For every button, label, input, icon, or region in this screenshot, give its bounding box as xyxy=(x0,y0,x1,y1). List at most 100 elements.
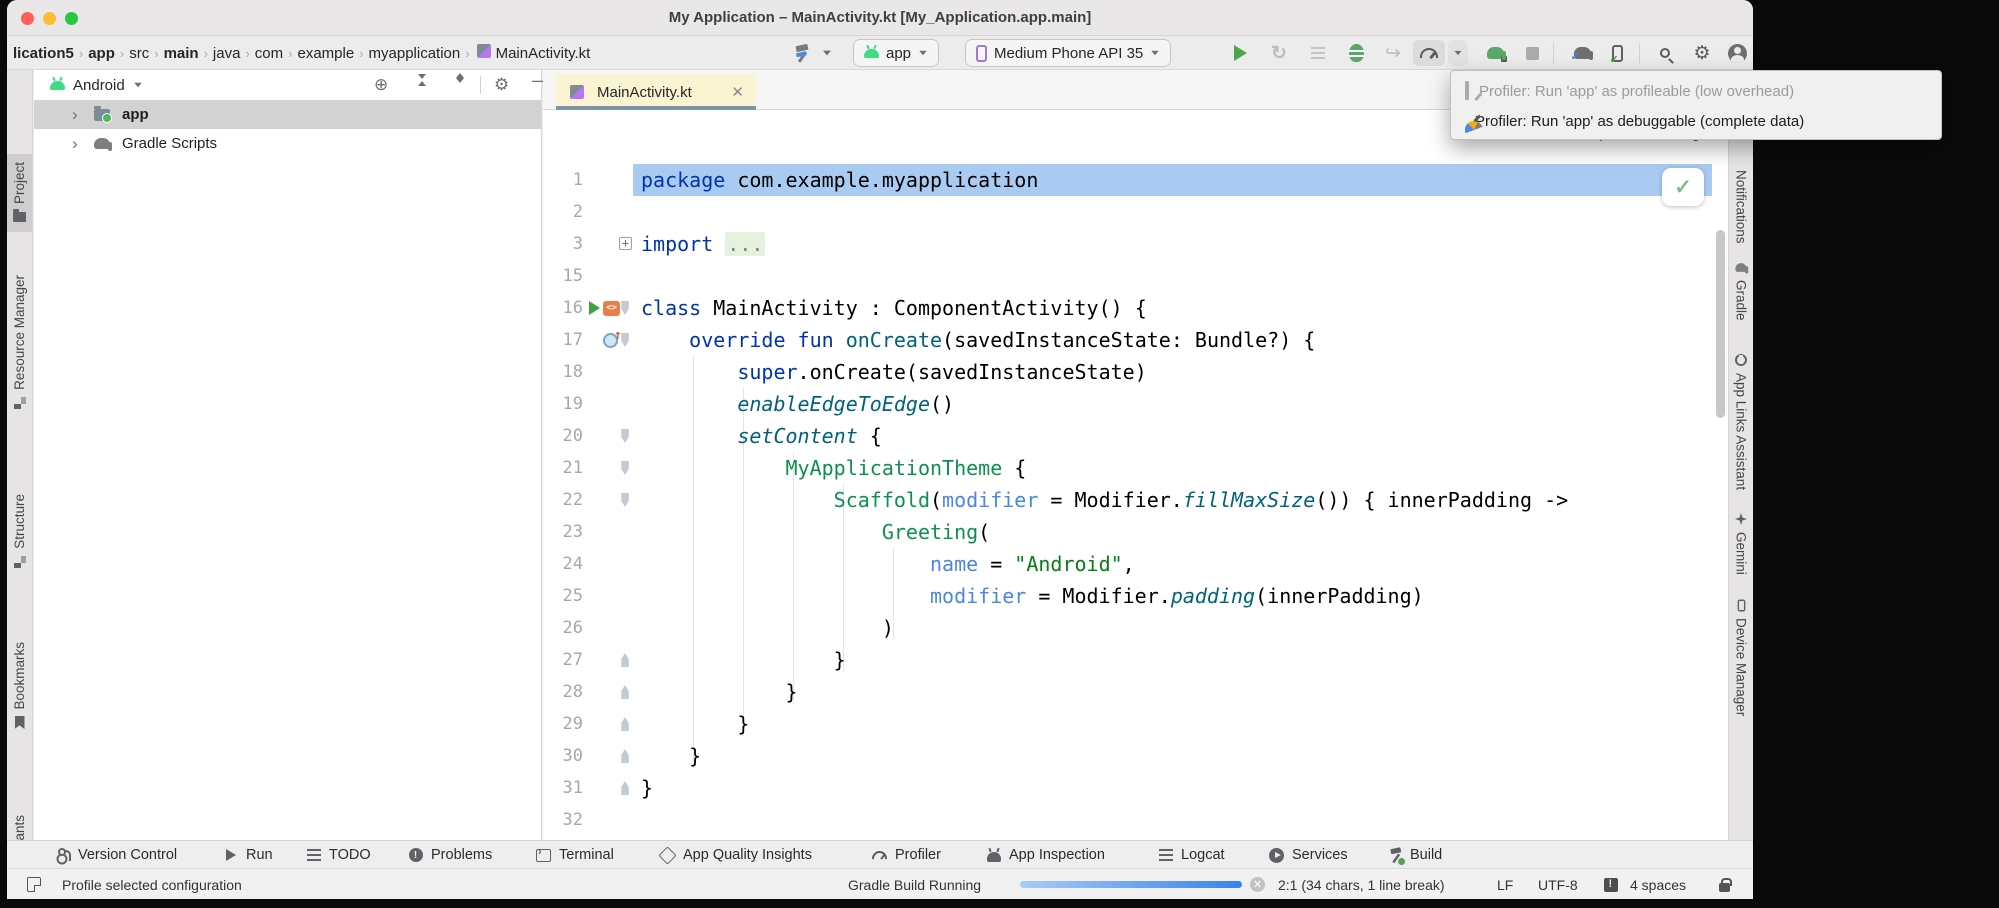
code-line-26[interactable]: 26 ) xyxy=(543,612,1728,644)
profiler-dropdown-button[interactable] xyxy=(1448,40,1468,66)
code-line-18[interactable]: 18 super.onCreate(savedInstanceState) xyxy=(543,356,1728,388)
close-tab-icon[interactable]: ✕ xyxy=(731,83,744,101)
tree-row-app[interactable]: ›app xyxy=(34,100,541,129)
breadcrumb-item-java[interactable]: java xyxy=(213,45,241,62)
breadcrumb-item-src[interactable]: src xyxy=(129,45,149,62)
code-line-19[interactable]: 19 enableEdgeToEdge() xyxy=(543,388,1728,420)
editor-scrollbar[interactable] xyxy=(1716,230,1725,418)
chevron-right-icon[interactable]: › xyxy=(72,137,86,151)
sidebar-item-notifications[interactable]: Notifications xyxy=(1729,170,1753,244)
stop-button[interactable] xyxy=(1522,36,1542,70)
profiler-button[interactable] xyxy=(1413,40,1445,66)
build-button[interactable] xyxy=(789,36,815,70)
overrides-method-icon[interactable] xyxy=(603,333,618,348)
fold-marker-plus[interactable]: + xyxy=(619,237,632,250)
popup-item-profileable[interactable]: Profiler: Run 'app' as profileable (low … xyxy=(1451,76,1941,106)
code-line-25[interactable]: 25 modifier = Modifier.padding(innerPadd… xyxy=(543,580,1728,612)
code-line-2[interactable]: 2 xyxy=(543,196,1728,228)
fold-marker-open[interactable] xyxy=(619,301,631,315)
breadcrumb-item-example[interactable]: example xyxy=(297,45,354,62)
project-view-selector[interactable]: Android xyxy=(50,77,143,94)
breadcrumb-item-main[interactable]: main xyxy=(164,45,199,62)
window-layout-button[interactable] xyxy=(27,869,41,899)
search-everywhere-button[interactable] xyxy=(1653,36,1677,70)
code-line-24[interactable]: 24 name = "Android", xyxy=(543,548,1728,580)
tool-window-button-app-inspection[interactable]: App Inspection xyxy=(986,841,1105,869)
apply-changes-button[interactable]: ↻ xyxy=(1267,36,1291,70)
settings-button[interactable]: ⚙ xyxy=(1689,36,1715,70)
tool-window-button-run[interactable]: Run xyxy=(223,841,273,869)
tool-window-button-logcat[interactable]: Logcat xyxy=(1158,841,1225,869)
fold-marker-close[interactable] xyxy=(619,653,631,667)
device-selector[interactable]: Medium Phone API 35 xyxy=(965,39,1171,67)
lock-widget[interactable] xyxy=(1719,869,1730,899)
sidebar-item-project[interactable]: Project xyxy=(7,154,32,232)
tree-row-gradle-scripts[interactable]: ›Gradle Scripts xyxy=(34,129,541,158)
code-line-28[interactable]: 28 } xyxy=(543,676,1728,708)
sidebar-item-device-manager[interactable]: Device Manager xyxy=(1729,598,1753,716)
debug-button[interactable] xyxy=(1345,36,1367,70)
fold-marker-close[interactable] xyxy=(619,749,631,763)
tool-window-button-profiler[interactable]: Profiler xyxy=(872,841,941,869)
fold-marker-close[interactable] xyxy=(619,781,631,795)
attach-debugger-button[interactable]: ↪ xyxy=(1381,36,1405,70)
run-class-icon[interactable] xyxy=(589,301,600,315)
cancel-build-button[interactable]: ✕ xyxy=(1250,869,1265,899)
tool-window-button-todo[interactable]: TODO xyxy=(306,841,371,869)
tab-mainactivity[interactable]: MainActivity.kt ✕ xyxy=(556,74,756,110)
run-configuration-selector[interactable]: app xyxy=(853,39,939,67)
apply-code-changes-button[interactable] xyxy=(1307,36,1329,70)
gradle-sync-status-button[interactable]: ✓ xyxy=(1569,36,1595,70)
code-line-1[interactable]: 1package com.example.myapplication xyxy=(543,164,1728,196)
build-dropdown[interactable] xyxy=(819,36,835,70)
sidebar-item-resource-manager[interactable]: Resource Manager xyxy=(7,275,32,410)
code-line-29[interactable]: 29 } xyxy=(543,708,1728,740)
line-separator-widget[interactable]: LF xyxy=(1497,869,1513,899)
code-editor[interactable]: 1package com.example.myapplication23+imp… xyxy=(543,164,1728,840)
code-line-20[interactable]: 20 setContent { xyxy=(543,420,1728,452)
chevron-right-icon[interactable]: › xyxy=(72,108,86,122)
panel-options-button[interactable]: ⚙ xyxy=(494,76,509,93)
sidebar-item-gradle[interactable]: Gradle xyxy=(1729,260,1753,321)
account-button[interactable] xyxy=(1725,36,1749,70)
sidebar-item-bookmarks[interactable]: Bookmarks xyxy=(7,642,32,730)
sync-gradle-button[interactable] xyxy=(1483,36,1507,70)
fold-marker-close[interactable] xyxy=(619,685,631,699)
code-line-17[interactable]: 17 override fun onCreate(savedInstanceSt… xyxy=(543,324,1728,356)
code-line-32[interactable]: 32 xyxy=(543,804,1728,836)
device-manager-button[interactable]: ✓ xyxy=(1605,36,1629,70)
breadcrumb-item-app[interactable]: app xyxy=(88,45,115,62)
sidebar-item-app-links-assistant[interactable]: App Links Assistant xyxy=(1729,353,1753,490)
breadcrumb-item-myapplication[interactable]: myapplication xyxy=(369,45,461,62)
code-line-21[interactable]: 21 MyApplicationTheme { xyxy=(543,452,1728,484)
tool-window-button-app-quality-insights[interactable]: App Quality Insights xyxy=(660,841,812,869)
tool-window-button-build[interactable]: Build xyxy=(1387,841,1442,869)
tool-window-button-terminal[interactable]: Terminal xyxy=(536,841,614,869)
popup-item-debuggable[interactable]: Profiler: Run 'app' as debuggable (compl… xyxy=(1451,106,1941,136)
floppy-warning-icon[interactable] xyxy=(1604,869,1618,899)
caret-position-widget[interactable]: 2:1 (34 chars, 1 line break) xyxy=(1278,869,1445,899)
code-line-15[interactable]: 15 xyxy=(543,260,1728,292)
breadcrumb-item-mainactivity-kt[interactable]: MainActivity.kt xyxy=(475,44,591,62)
run-button[interactable] xyxy=(1229,36,1251,70)
inspections-status-widget[interactable]: ✓ xyxy=(1662,168,1704,206)
sidebar-item-gemini[interactable]: Gemini xyxy=(1729,512,1753,575)
code-line-30[interactable]: 30 } xyxy=(543,740,1728,772)
breadcrumb-item-com[interactable]: com xyxy=(255,45,283,62)
tool-window-button-problems[interactable]: !Problems xyxy=(408,841,492,869)
tool-window-button-version-control[interactable]: Version Control xyxy=(55,841,177,869)
code-line-22[interactable]: 22 Scaffold(modifier = Modifier.fillMaxS… xyxy=(543,484,1728,516)
code-line-16[interactable]: 16<>class MainActivity : ComponentActivi… xyxy=(543,292,1728,324)
code-line-31[interactable]: 31} xyxy=(543,772,1728,804)
code-line-23[interactable]: 23 Greeting( xyxy=(543,516,1728,548)
indent-widget[interactable]: 4 spaces xyxy=(1630,869,1686,899)
locate-file-button[interactable]: ⊕ xyxy=(374,76,388,93)
fold-marker-open[interactable] xyxy=(619,493,631,507)
encoding-widget[interactable]: UTF-8 xyxy=(1538,869,1578,899)
fold-marker-close[interactable] xyxy=(619,717,631,731)
sidebar-item-structure[interactable]: Structure xyxy=(7,494,32,569)
code-line-3[interactable]: 3+import ... xyxy=(543,228,1728,260)
fold-marker-open[interactable] xyxy=(619,461,631,475)
tool-window-button-services[interactable]: Services xyxy=(1269,841,1348,869)
fold-marker-open[interactable] xyxy=(619,429,631,443)
